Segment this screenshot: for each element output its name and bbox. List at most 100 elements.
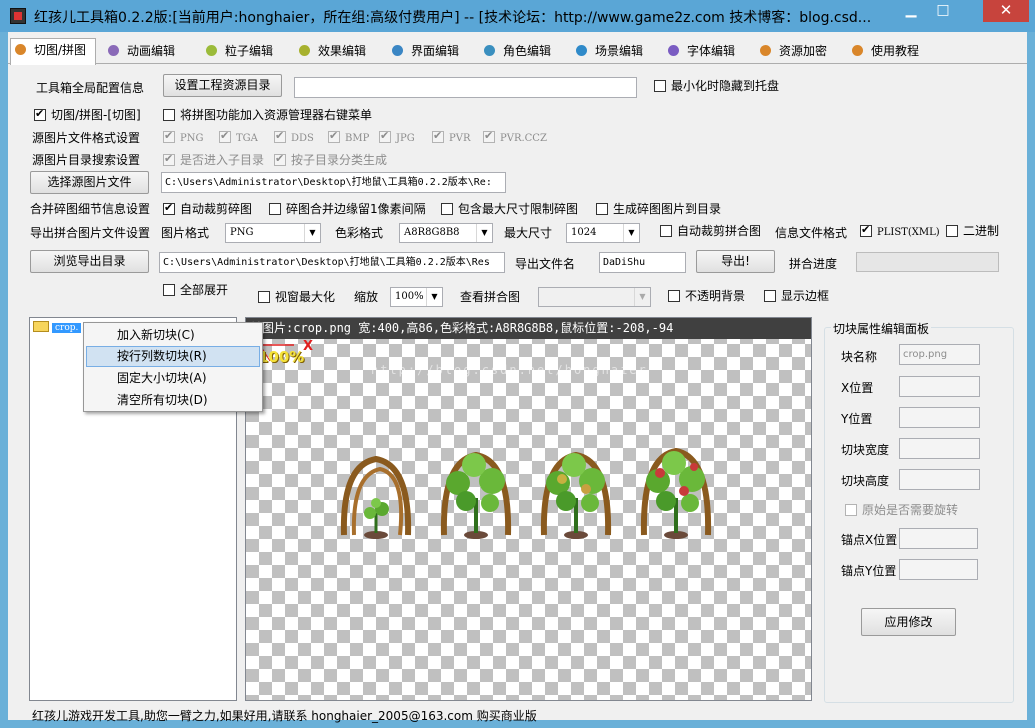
- tab-tutorial[interactable]: 使用教程: [844, 40, 934, 63]
- format-png-checkbox[interactable]: PNG: [163, 129, 204, 146]
- max-size-limit-checkbox[interactable]: 包含最大尺寸限制碎图: [441, 202, 578, 216]
- binary-checkbox[interactable]: 二进制: [946, 224, 999, 238]
- menu-slice-by-grid[interactable]: 按行列数切块(R): [86, 346, 260, 367]
- tab-label: 动画编辑: [127, 44, 176, 58]
- menu-add-slice[interactable]: 加入新切块(C): [86, 325, 260, 346]
- title-bar[interactable]: 红孩儿工具箱0.2.2版:[当前用户:honghaier，所在组:高级付费用户]…: [0, 0, 1035, 32]
- subdir-checkbox[interactable]: 是否进入子目录: [163, 152, 264, 167]
- format-tga-checkbox[interactable]: TGA: [219, 129, 258, 146]
- tab-encrypt[interactable]: 资源加密: [752, 40, 842, 63]
- context-menu-checkbox[interactable]: 将拼图功能加入资源管理器右键菜单: [163, 108, 372, 122]
- max-size-label: 最大尺寸: [504, 226, 553, 240]
- view-merged-select[interactable]: ▼: [538, 287, 651, 307]
- menu-clear-slices[interactable]: 清空所有切块(D): [86, 390, 260, 411]
- global-config-label: 工具箱全局配置信息: [36, 81, 145, 95]
- anchor-y-label: 锚点Y位置: [841, 564, 897, 578]
- minimize-tray-label: 最小化时隐藏到托盘: [671, 79, 780, 93]
- tab-ui[interactable]: 界面编辑: [384, 40, 474, 63]
- close-button[interactable]: ✕: [983, 0, 1029, 22]
- gen-to-dir-checkbox[interactable]: 生成碎图图片到目录: [596, 202, 721, 216]
- height-input[interactable]: [899, 469, 980, 490]
- block-name-input[interactable]: crop.png: [899, 344, 980, 365]
- tree-node-crop[interactable]: crop.: [33, 321, 82, 335]
- minimize-button[interactable]: ▁: [897, 0, 925, 22]
- tab-particle[interactable]: 粒子编辑: [198, 40, 288, 63]
- format-dds-checkbox[interactable]: DDS: [274, 129, 314, 146]
- format-pvrccz-checkbox[interactable]: PVR.CCZ: [483, 129, 547, 146]
- expand-all-checkbox[interactable]: 全部展开: [163, 283, 228, 297]
- tab-scene[interactable]: 场景编辑: [568, 40, 658, 63]
- anchor-y-input[interactable]: [899, 559, 978, 580]
- view-merged-label: 查看拼合图: [460, 290, 521, 304]
- image-canvas[interactable]: 前图片:crop.png 宽:400,高86,色彩格式:A8R8G8B8,鼠标位…: [245, 317, 812, 701]
- set-resource-dir-button[interactable]: 设置工程资源目录: [163, 74, 282, 97]
- max-size-select[interactable]: 1024 ▼: [566, 223, 640, 243]
- x-pos-label: X位置: [841, 381, 874, 395]
- maximize-button[interactable]: □: [929, 0, 957, 22]
- export-path-input[interactable]: C:\Users\Administrator\Desktop\打地鼠\工具箱0.…: [159, 252, 505, 273]
- chevron-down-icon: ▼: [623, 224, 639, 242]
- export-filename-input[interactable]: DaDiShu: [599, 252, 686, 273]
- rotate-checkbox[interactable]: 原始是否需要旋转: [845, 503, 958, 517]
- tab-icon: [15, 44, 26, 55]
- format-bmp-checkbox[interactable]: BMP: [328, 129, 369, 146]
- apply-changes-button[interactable]: 应用修改: [861, 608, 956, 636]
- maximize-view-checkbox[interactable]: 视窗最大化: [258, 290, 335, 304]
- tab-icon: [668, 45, 679, 56]
- merge-progress-label: 拼合进度: [789, 257, 838, 271]
- export-filename-label: 导出文件名: [515, 257, 576, 271]
- sprite-3: [540, 451, 612, 539]
- opaque-bg-label: 不透明背景: [685, 289, 746, 303]
- export-button[interactable]: 导出!: [696, 250, 775, 273]
- rotate-label: 原始是否需要旋转: [862, 503, 959, 517]
- zoom-select[interactable]: 100% ▼: [390, 287, 443, 307]
- folder-icon: [33, 321, 49, 332]
- format-png-label: PNG: [180, 133, 204, 144]
- slice-enable-label: 切图/拼图-[切图]: [51, 108, 141, 122]
- show-border-label: 显示边框: [781, 289, 830, 303]
- color-format-select[interactable]: A8R8G8B8 ▼: [399, 223, 493, 243]
- width-input[interactable]: [899, 438, 980, 459]
- x-pos-input[interactable]: [899, 376, 980, 397]
- format-jpg-label: JPG: [396, 133, 415, 144]
- tab-effect[interactable]: 效果编辑: [291, 40, 381, 63]
- tab-icon: [108, 45, 119, 56]
- max-size-value: 1024: [571, 227, 597, 238]
- source-path-input[interactable]: C:\Users\Administrator\Desktop\打地鼠\工具箱0.…: [161, 172, 506, 193]
- tab-font[interactable]: 字体编辑: [660, 40, 750, 63]
- show-border-checkbox[interactable]: 显示边框: [764, 289, 829, 303]
- auto-crop-checkbox[interactable]: 自动裁剪碎图: [163, 201, 252, 216]
- tab-label: 资源加密: [779, 44, 828, 58]
- y-pos-input[interactable]: [899, 407, 980, 428]
- chevron-down-icon: ▼: [304, 224, 320, 242]
- tab-label: 使用教程: [871, 44, 920, 58]
- auto-crop-merged-checkbox[interactable]: 自动裁剪拼合图: [660, 224, 761, 238]
- format-jpg-checkbox[interactable]: JPG: [379, 129, 415, 146]
- browse-export-button[interactable]: 浏览导出目录: [30, 250, 149, 273]
- choose-source-button[interactable]: 选择源图片文件: [30, 171, 149, 194]
- minimize-tray-checkbox[interactable]: 最小化时隐藏到托盘: [654, 79, 779, 93]
- format-pvr-checkbox[interactable]: PVR: [432, 129, 470, 146]
- resource-dir-input[interactable]: [294, 77, 637, 98]
- border-gap-checkbox[interactable]: 碎图合并边缘留1像素间隔: [269, 202, 426, 216]
- merge-setting-label: 合并碎图细节信息设置: [30, 202, 151, 216]
- tab-label: 角色编辑: [503, 44, 552, 58]
- slice-page: 工具箱全局配置信息 设置工程资源目录 最小化时隐藏到托盘 切图/拼图-[切图] …: [8, 65, 1027, 723]
- by-subdir-checkbox[interactable]: 按子目录分类生成: [274, 152, 387, 167]
- tab-slice[interactable]: 切图/拼图: [10, 38, 96, 65]
- menu-slice-fixed-size[interactable]: 固定大小切块(A): [86, 368, 260, 389]
- maximize-view-label: 视窗最大化: [275, 290, 336, 304]
- tab-label: 效果编辑: [318, 44, 367, 58]
- chevron-down-icon: ▼: [426, 288, 442, 306]
- anchor-x-input[interactable]: [899, 528, 978, 549]
- tab-animation[interactable]: 动画编辑: [100, 40, 192, 63]
- tab-character[interactable]: 角色编辑: [476, 40, 566, 63]
- tree-context-menu: 加入新切块(C) 按行列数切块(R) 固定大小切块(A) 清空所有切块(D): [83, 322, 263, 412]
- image-format-select[interactable]: PNG ▼: [225, 223, 321, 243]
- status-text: 红孩儿游戏开发工具,助您一臂之力,如果好用,请联系 honghaier_2005…: [32, 709, 537, 723]
- tab-label: 界面编辑: [411, 44, 460, 58]
- opaque-bg-checkbox[interactable]: 不透明背景: [668, 289, 745, 303]
- tab-icon: [576, 45, 587, 56]
- plist-checkbox[interactable]: PLIST(XML): [860, 223, 940, 240]
- slice-enable-checkbox[interactable]: 切图/拼图-[切图]: [34, 107, 141, 122]
